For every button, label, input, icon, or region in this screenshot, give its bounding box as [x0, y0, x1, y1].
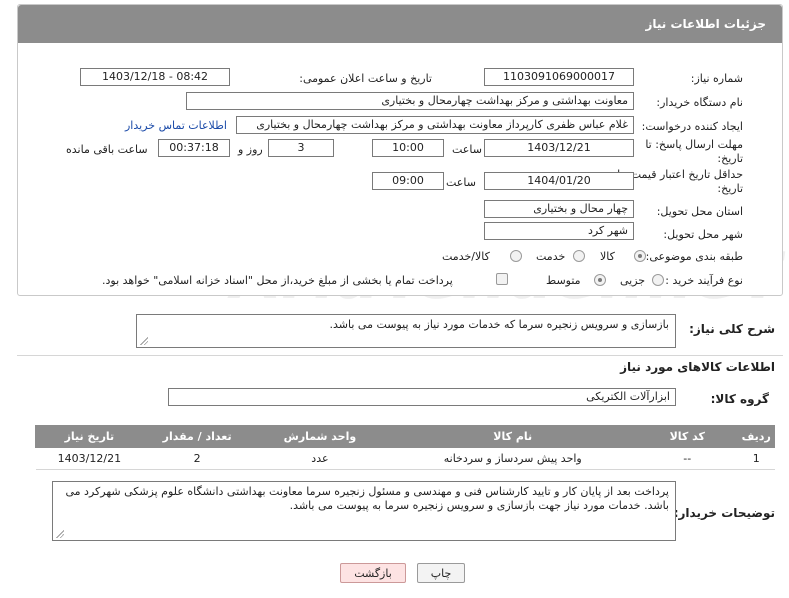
requester-label: ایجاد کننده درخواست: [641, 120, 743, 133]
goods-group-field: ابزارآلات الکتریکی [168, 388, 676, 406]
col-unit: واحد شمارش [250, 425, 390, 448]
resize-grip-icon[interactable] [55, 529, 64, 538]
description-textarea: بازسازی و سرویس زنجیره سرما که خدمات مور… [136, 314, 676, 348]
divider [17, 355, 783, 356]
cell-date: 1403/12/21 [35, 447, 144, 470]
buyer-org-field: معاونت بهداشتی و مرکز بهداشت چهارمحال و … [186, 92, 634, 110]
city-field: شهر کرد [484, 222, 634, 240]
cell-unit: عدد [250, 447, 389, 470]
goods-section-title: اطلاعات کالاهای مورد نیاز [620, 360, 775, 374]
need-number-label: شماره نیاز: [690, 72, 743, 85]
goods-table: ردیف کد کالا نام کالا واحد شمارش تعداد /… [35, 425, 775, 470]
resize-grip-icon[interactable] [139, 336, 148, 345]
announce-datetime-field: 1403/12/18 - 08:42 [80, 68, 230, 86]
page: AriaTender.neT جزئیات اطلاعات نیاز شماره… [0, 0, 789, 598]
price-validity-date-field: 1404/01/20 [484, 172, 634, 190]
days-label: روز و [238, 143, 263, 156]
reply-time-label: ساعت [452, 143, 482, 156]
page-title: جزئیات اطلاعات نیاز [645, 17, 766, 31]
reply-deadline-label: مهلت ارسال پاسخ: تا [645, 138, 743, 151]
category-label: طبقه بندی موضوعی: [645, 250, 743, 263]
category-radio-goods-service[interactable] [510, 250, 522, 262]
province-label: استان محل تحویل: [656, 205, 743, 218]
col-name: نام کالا [388, 425, 638, 448]
remaining-days-field: 3 [268, 139, 334, 157]
cell-code: -- [636, 447, 738, 470]
panel-header: جزئیات اطلاعات نیاز [18, 5, 782, 43]
reply-deadline-date-label: تاریخ: [717, 152, 743, 165]
col-date: تاریخ نیاز [35, 425, 144, 448]
buyer-notes-label: توضیحات خریدار: [673, 506, 775, 520]
process-label: نوع فرآیند خرید : [665, 274, 743, 287]
description-label: شرح کلی نیاز: [689, 322, 775, 336]
price-validity-time-field: 09:00 [372, 172, 444, 190]
process-option-minor: جزیی [620, 274, 646, 287]
cell-qty: 2 [143, 447, 251, 470]
reply-time-field: 10:00 [372, 139, 444, 157]
buyer-org-label: نام دستگاه خریدار: [656, 96, 743, 109]
print-button[interactable]: چاپ [417, 563, 465, 583]
cell-row: 1 [737, 447, 775, 470]
process-option-medium: متوسط [546, 274, 581, 287]
announce-label: تاریخ و ساعت اعلان عمومی: [299, 72, 432, 85]
table-row: 1 -- واحد پیش سردساز و سردخانه عدد 2 140… [35, 447, 775, 470]
process-radio-medium[interactable] [594, 274, 606, 286]
need-number-field: 1103091069000017 [484, 68, 634, 86]
remaining-label: ساعت باقی مانده [66, 143, 148, 156]
goods-table-header: ردیف کد کالا نام کالا واحد شمارش تعداد /… [35, 425, 775, 448]
treasury-payment-note: پرداخت تمام یا بخشی از مبلغ خرید،از محل … [102, 274, 453, 287]
price-validity-date-label: تاریخ: [717, 182, 743, 195]
category-radio-goods[interactable] [634, 250, 646, 262]
remaining-time-field: 00:37:18 [158, 139, 230, 157]
reply-date-field: 1403/12/21 [484, 139, 634, 157]
requester-field: غلام عباس ظفری کارپرداز معاونت بهداشتی و… [236, 116, 634, 134]
province-field: چهار محال و بختیاری [484, 200, 634, 218]
price-time-label: ساعت [446, 176, 476, 189]
category-option-goods-service: کالا/خدمت [442, 250, 490, 263]
price-validity-label: حداقل تاریخ اعتبار قیمت: تا [617, 168, 743, 181]
col-qty: تعداد / مقدار [142, 425, 252, 448]
category-radio-service[interactable] [573, 250, 585, 262]
buyer-contact-link[interactable]: اطلاعات تماس خریدار [125, 119, 227, 132]
goods-group-label: گروه کالا: [710, 392, 769, 406]
buyer-notes-text: پرداخت بعد از پایان کار و تایید کارشناس … [65, 485, 669, 512]
city-label: شهر محل تحویل: [663, 228, 743, 241]
description-text: بازسازی و سرویس زنجیره سرما که خدمات مور… [329, 318, 669, 331]
category-option-service: خدمت [536, 250, 566, 263]
cell-name: واحد پیش سردساز و سردخانه [388, 447, 637, 470]
col-row: ردیف [737, 425, 775, 448]
treasury-payment-checkbox[interactable] [496, 273, 508, 285]
category-option-goods: کالا [600, 250, 615, 263]
col-code: کد کالا [636, 425, 739, 448]
back-button[interactable]: بازگشت [340, 563, 406, 583]
process-radio-minor[interactable] [652, 274, 664, 286]
buyer-notes-textarea: پرداخت بعد از پایان کار و تایید کارشناس … [52, 481, 676, 541]
